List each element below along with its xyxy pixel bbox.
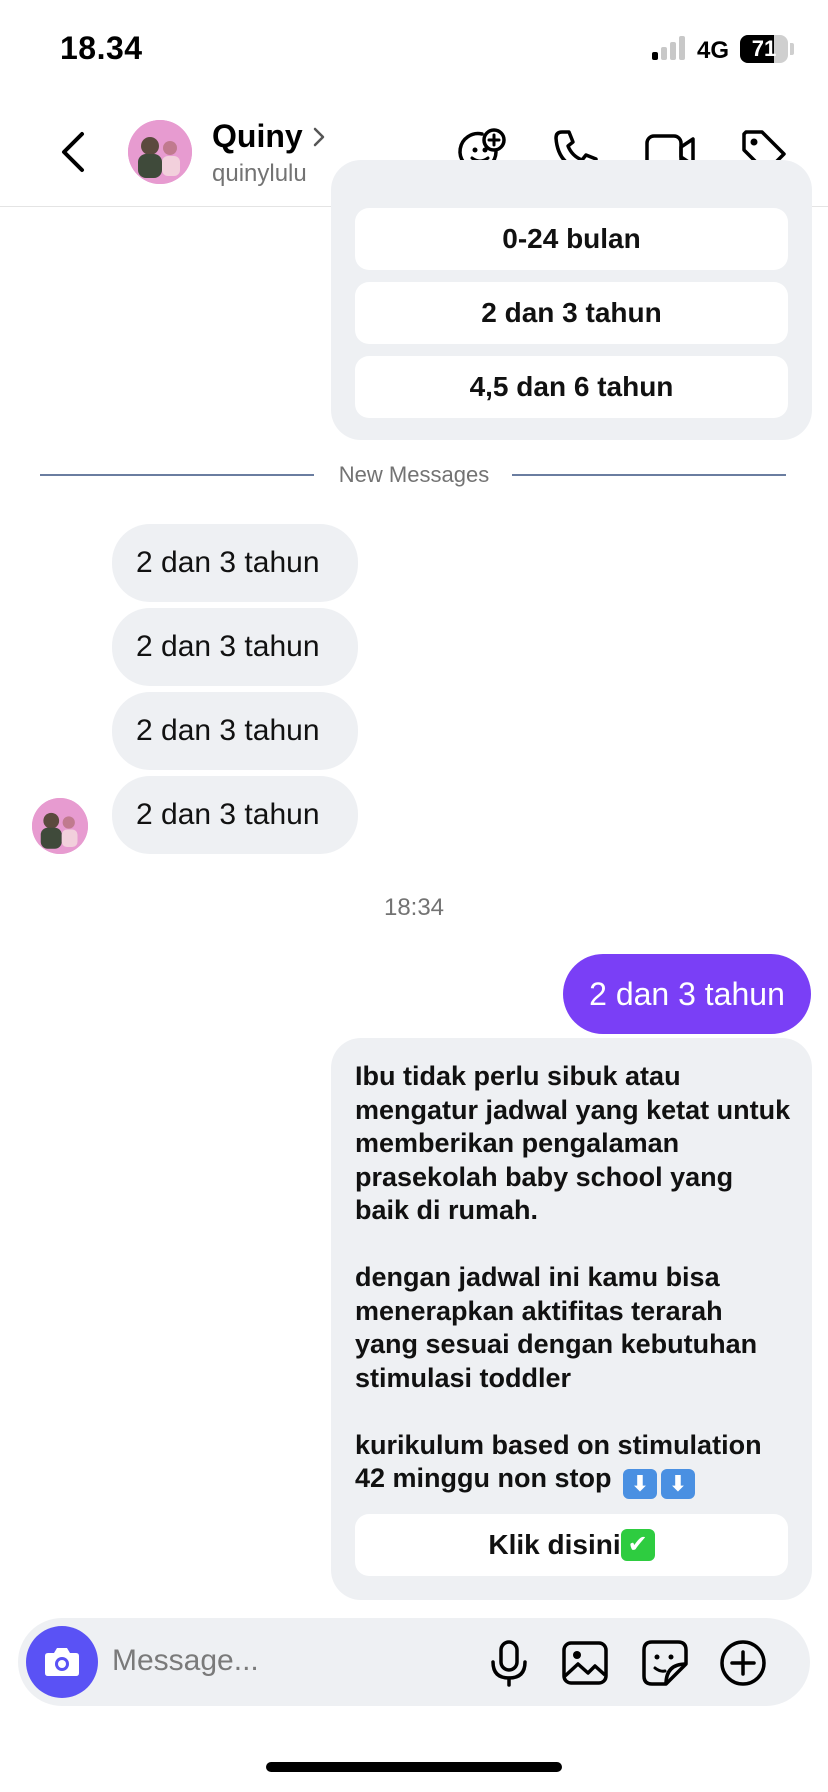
- avatar-photo: [32, 798, 88, 854]
- reply-paragraph: Ibu tidak perlu sibuk atau mengatur jadw…: [355, 1061, 791, 1225]
- incoming-message[interactable]: 2 dan 3 tahun: [112, 692, 358, 770]
- incoming-message[interactable]: 2 dan 3 tahun: [112, 524, 358, 602]
- camera-button[interactable]: [26, 1626, 98, 1698]
- reply-paragraph: kurikulum based on stimulation 42 minggu…: [355, 1429, 792, 1499]
- option-button[interactable]: 4,5 dan 6 tahun: [355, 356, 788, 418]
- option-button[interactable]: 0-24 bulan: [355, 208, 788, 270]
- klik-disini-button[interactable]: Klik disini ✔: [355, 1514, 788, 1576]
- outgoing-message[interactable]: 2 dan 3 tahun: [563, 954, 811, 1034]
- plus-circle-icon[interactable]: [718, 1638, 768, 1688]
- new-messages-label: New Messages: [338, 462, 490, 487]
- incoming-message[interactable]: 2 dan 3 tahun: [112, 776, 358, 854]
- reply-paragraph-text: kurikulum based on stimulation 42 minggu…: [355, 1429, 762, 1494]
- incoming-message[interactable]: 2 dan 3 tahun: [112, 608, 358, 686]
- sticker-icon[interactable]: [640, 1638, 690, 1688]
- sender-avatar[interactable]: [32, 798, 88, 854]
- down-arrow-emoji: ⬇: [661, 1469, 696, 1499]
- check-mark-emoji: ✔: [620, 1529, 655, 1561]
- down-arrow-emoji: ⬇: [623, 1469, 658, 1499]
- klik-disini-label: Klik disini: [488, 1529, 621, 1560]
- reply-paragraph: dengan jadwal ini kamu bisa menerapkan a…: [355, 1262, 758, 1393]
- camera-icon: [45, 1648, 79, 1676]
- dm-screen: 18.34 4G 71 Quiny quinylulu 0-24 bulan 2…: [0, 0, 828, 1792]
- header-cover: [0, 0, 828, 206]
- home-indicator[interactable]: [266, 1762, 562, 1772]
- message-input[interactable]: Message...: [112, 1644, 259, 1678]
- gallery-icon[interactable]: [560, 1638, 610, 1688]
- microphone-icon[interactable]: [484, 1638, 534, 1688]
- option-button[interactable]: 2 dan 3 tahun: [355, 282, 788, 344]
- message-timestamp: 18:34: [383, 894, 445, 921]
- message-composer: Message...: [18, 1618, 810, 1706]
- auto-reply-text: Ibu tidak perlu sibuk atau mengatur jadw…: [355, 1060, 792, 1499]
- auto-reply-card: Ibu tidak perlu sibuk atau mengatur jadw…: [331, 1038, 812, 1600]
